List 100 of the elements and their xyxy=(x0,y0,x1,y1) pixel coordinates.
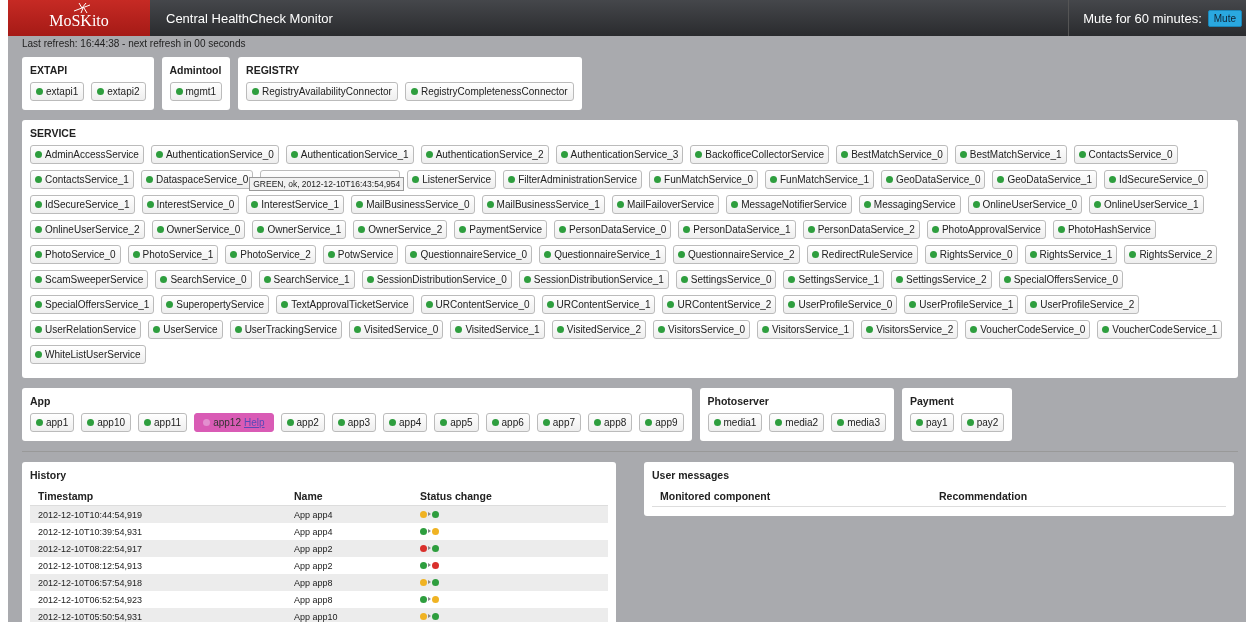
component-chip[interactable]: UserRelationService xyxy=(30,320,142,339)
component-chip[interactable]: UserTrackingService xyxy=(229,320,343,339)
component-chip[interactable]: UserProfileService_0 xyxy=(783,295,898,314)
component-chip[interactable]: app8 xyxy=(588,413,633,432)
component-chip[interactable]: RightsService_2 xyxy=(1124,245,1218,264)
component-chip[interactable]: UserService xyxy=(148,320,223,339)
component-chip[interactable]: UserProfileService_1 xyxy=(904,295,1019,314)
component-chip[interactable]: media2 xyxy=(769,413,825,432)
component-chip[interactable]: RegistryAvailabilityConnector xyxy=(246,82,398,101)
component-chip[interactable]: URContentService_0 xyxy=(420,295,535,314)
component-chip[interactable]: media1 xyxy=(707,413,763,432)
component-chip[interactable]: app7 xyxy=(536,413,582,432)
component-chip[interactable]: SuperopertyService xyxy=(161,295,270,314)
component-chip[interactable]: OnlineUserService_2 xyxy=(30,220,145,239)
component-chip[interactable]: PaymentService xyxy=(454,220,548,239)
component-chip[interactable]: VoucherCodeService_0 xyxy=(965,320,1091,339)
component-chip[interactable]: PhotoService_0 xyxy=(30,245,121,264)
component-chip[interactable]: MessageNotifierService xyxy=(726,195,852,214)
component-chip[interactable]: pay2 xyxy=(960,413,1005,432)
component-chip[interactable]: MailFailoverService xyxy=(611,195,720,214)
component-chip[interactable]: QuestionnaireService_0 xyxy=(405,245,533,264)
component-chip[interactable]: RightsService_0 xyxy=(924,245,1018,264)
component-chip[interactable]: SearchService_0 xyxy=(155,270,252,289)
component-chip[interactable]: app4 xyxy=(383,413,428,432)
component-chip[interactable]: app3 xyxy=(331,413,377,432)
component-chip[interactable]: FilterAdministrationService xyxy=(503,170,643,189)
component-chip[interactable]: GeoDataService_1 xyxy=(992,170,1097,189)
component-chip[interactable]: app1 xyxy=(30,413,75,432)
component-chip[interactable]: AuthenticationService_1 xyxy=(285,145,414,164)
component-chip[interactable]: RightsService_1 xyxy=(1024,245,1118,264)
component-chip[interactable]: InterestService_1 xyxy=(246,195,345,214)
component-chip[interactable]: IdSecureService_0 xyxy=(1103,170,1209,189)
component-chip[interactable]: extapi1 xyxy=(30,82,85,101)
component-chip[interactable]: QuestionnaireService_1 xyxy=(539,245,666,264)
component-chip[interactable]: PersonDataService_1 xyxy=(678,220,796,239)
component-chip[interactable]: VisitedService_2 xyxy=(551,320,646,339)
component-chip[interactable]: extapi2 xyxy=(91,82,146,101)
component-chip[interactable]: app9 xyxy=(639,413,684,432)
component-chip[interactable]: MailBusinessService_0 xyxy=(351,195,475,214)
component-chip[interactable]: mgmt1 xyxy=(169,82,223,101)
component-chip[interactable]: QuestionnaireService_2 xyxy=(672,245,800,264)
component-chip[interactable]: media3 xyxy=(831,413,886,432)
component-chip[interactable]: OwnerService_1 xyxy=(252,220,347,239)
component-chip[interactable]: app6 xyxy=(485,413,530,432)
component-chip[interactable]: SessionDistributionService_0 xyxy=(361,270,512,289)
component-chip[interactable]: VisitorsService_0 xyxy=(653,320,751,339)
component-chip[interactable]: app12 Help xyxy=(194,413,274,432)
component-chip[interactable]: AuthenticationService_3 xyxy=(555,145,684,164)
component-chip[interactable]: MessagingService xyxy=(858,195,961,214)
component-chip[interactable]: BestMatchService_0 xyxy=(836,145,948,164)
component-chip[interactable]: RegistryCompletenessConnector xyxy=(404,82,574,101)
component-chip[interactable]: VisitedService_1 xyxy=(450,320,545,339)
component-chip[interactable]: SpecialOffersService_0 xyxy=(998,270,1123,289)
component-chip[interactable]: OwnerService_0 xyxy=(151,220,246,239)
component-chip[interactable]: PhotoService_1 xyxy=(127,245,219,264)
component-chip[interactable]: InterestService_0 xyxy=(141,195,240,214)
component-chip[interactable]: VoucherCodeService_1 xyxy=(1097,320,1223,339)
component-chip[interactable]: SessionDistributionService_1 xyxy=(518,270,669,289)
component-chip[interactable]: SettingsService_2 xyxy=(891,270,992,289)
component-chip[interactable]: SettingsService_0 xyxy=(675,270,777,289)
component-chip[interactable]: PhotoApprovalService xyxy=(926,220,1046,239)
component-chip[interactable]: app10 xyxy=(81,413,132,432)
component-chip[interactable]: DataspaceService_0 xyxy=(140,170,254,189)
component-chip[interactable]: UserProfileService_2 xyxy=(1025,295,1140,314)
component-chip[interactable]: AdminAccessService xyxy=(30,145,144,164)
component-chip[interactable]: VisitedService_0 xyxy=(349,320,444,339)
component-chip[interactable]: FunMatchService_1 xyxy=(765,170,874,189)
component-chip[interactable]: GeoDataService_0 xyxy=(880,170,986,189)
component-chip[interactable]: OwnerService_2 xyxy=(353,220,448,239)
component-chip[interactable]: pay1 xyxy=(909,413,954,432)
component-chip[interactable]: MailBusinessService_1 xyxy=(481,195,605,214)
component-chip[interactable]: VisitorsService_1 xyxy=(757,320,855,339)
component-chip[interactable]: ScamSweeperService xyxy=(30,270,149,289)
component-chip[interactable]: PersonDataService_0 xyxy=(554,220,672,239)
component-chip[interactable]: BestMatchService_1 xyxy=(954,145,1067,164)
component-chip[interactable]: app5 xyxy=(434,413,479,432)
mute-button[interactable]: Mute xyxy=(1207,9,1242,27)
component-chip[interactable]: RedirectRuleService xyxy=(806,245,918,264)
component-chip[interactable]: ContactsService_0 xyxy=(1073,145,1178,164)
component-chip[interactable]: SearchService_1 xyxy=(258,270,355,289)
component-chip[interactable]: PotwService xyxy=(322,245,399,264)
component-chip[interactable]: SettingsService_1 xyxy=(783,270,885,289)
component-chip[interactable]: URContentService_1 xyxy=(541,295,656,314)
component-chip[interactable]: app2 xyxy=(280,413,325,432)
component-chip[interactable]: URContentService_2 xyxy=(662,295,777,314)
component-chip[interactable]: ListenerService xyxy=(407,170,497,189)
component-chip[interactable]: WhiteListUserService xyxy=(30,345,146,364)
component-chip[interactable]: OnlineUserService_0 xyxy=(967,195,1082,214)
component-chip[interactable]: BackofficeCollectorService xyxy=(690,145,830,164)
component-chip[interactable]: PersonDataService_2 xyxy=(802,220,920,239)
component-chip[interactable]: app11 xyxy=(138,413,188,432)
component-chip[interactable]: ContactsService_1 xyxy=(30,170,134,189)
component-chip[interactable]: PhotoService_2 xyxy=(225,245,316,264)
component-chip[interactable]: AuthenticationService_2 xyxy=(420,145,549,164)
component-chip[interactable]: AuthenticationService_0 xyxy=(150,145,279,164)
component-chip[interactable]: FunMatchService_0 xyxy=(649,170,758,189)
component-chip[interactable]: IdSecureService_1 xyxy=(30,195,135,214)
component-chip[interactable]: TextApprovalTicketService xyxy=(276,295,414,314)
component-chip[interactable]: VisitorsService_2 xyxy=(861,320,959,339)
component-chip[interactable]: OnlineUserService_1 xyxy=(1089,195,1204,214)
